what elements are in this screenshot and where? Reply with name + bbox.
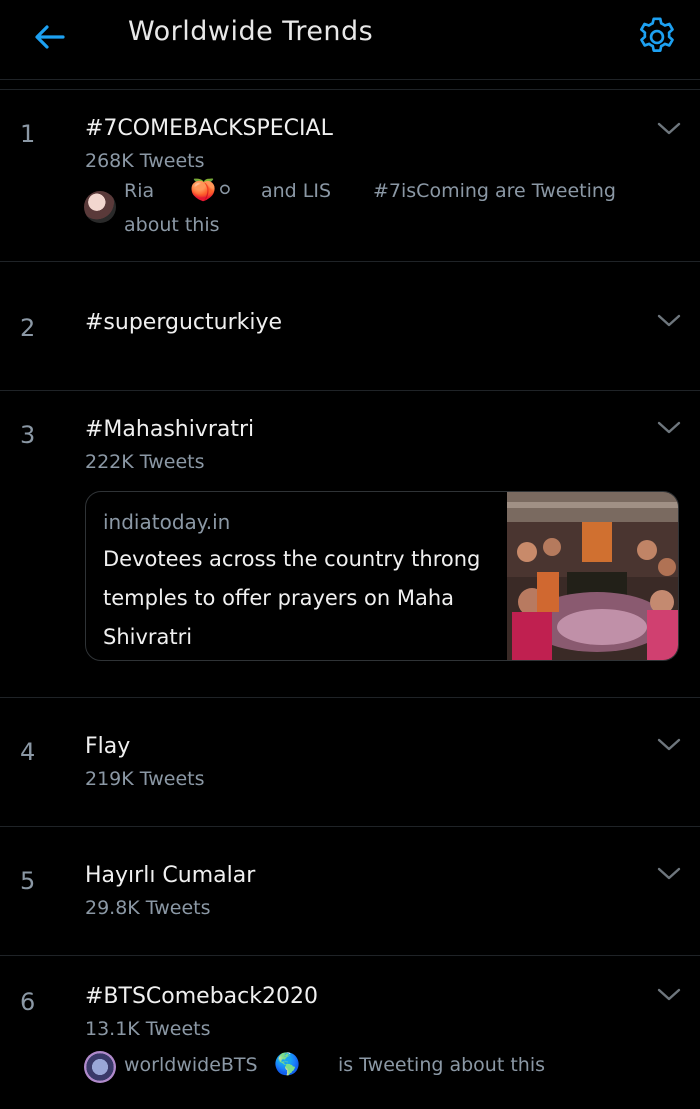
context-user: Ria xyxy=(124,180,155,202)
chevron-down-icon[interactable] xyxy=(656,736,682,754)
trend-name: #supergucturkiye xyxy=(85,310,283,335)
trend-rank: 3 xyxy=(20,421,36,449)
trend-rank: 2 xyxy=(20,314,36,342)
news-card-text: indiatoday.in Devotees across the countr… xyxy=(103,508,503,657)
trend-name: #BTSComeback2020 xyxy=(85,984,318,1009)
trend-name: #7COMEBACKSPECIAL xyxy=(85,116,333,141)
context-and: and LIS xyxy=(261,180,332,202)
trend-item-6[interactable]: 6 #BTSComeback2020 13.1K Tweets worldwid… xyxy=(0,956,700,1109)
tweet-count: 268K Tweets xyxy=(85,150,205,172)
tweet-count: 13.1K Tweets xyxy=(85,1018,211,1040)
tweet-count: 219K Tweets xyxy=(85,768,205,790)
trend-rank: 1 xyxy=(20,120,36,148)
trend-name: Hayırlı Cumalar xyxy=(85,863,256,888)
trend-item-2[interactable]: 2 #supergucturkiye xyxy=(0,262,700,391)
chevron-down-icon[interactable] xyxy=(656,865,682,883)
temple-crowd-photo xyxy=(507,492,678,660)
trend-rank: 6 xyxy=(20,988,36,1016)
top-app-bar: Worldwide Trends xyxy=(0,0,700,80)
settings-button[interactable] xyxy=(634,14,680,60)
trend-item-4[interactable]: 4 Flay 219K Tweets xyxy=(0,698,700,827)
page-title: Worldwide Trends xyxy=(128,16,374,47)
gear-icon xyxy=(639,17,674,52)
chevron-down-icon[interactable] xyxy=(656,986,682,1004)
context-hashtag: #7isComing are Tweeting xyxy=(373,180,616,202)
context-emoji: 🍑⚪ xyxy=(190,178,234,202)
trend-item-5[interactable]: 5 Hayırlı Cumalar 29.8K Tweets xyxy=(0,827,700,956)
news-domain: indiatoday.in xyxy=(103,510,231,534)
trend-item-3[interactable]: 3 #Mahashivratri 222K Tweets indiatoday.… xyxy=(0,391,700,698)
trend-item-1[interactable]: 1 #7COMEBACKSPECIAL 268K Tweets Ria 🍑⚪ a… xyxy=(0,90,700,262)
trend-rank: 4 xyxy=(20,738,36,766)
context-rest: is Tweeting about this xyxy=(338,1054,545,1076)
trend-name: #Mahashivratri xyxy=(85,417,255,442)
avatar xyxy=(84,1051,116,1083)
context-emoji: 🌎 xyxy=(274,1052,301,1076)
tweet-count: 222K Tweets xyxy=(85,451,205,473)
news-card[interactable]: indiatoday.in Devotees across the countr… xyxy=(85,491,679,661)
back-button[interactable] xyxy=(30,18,70,58)
news-headline: Devotees across the country throng templ… xyxy=(103,547,481,649)
context-rest: about this xyxy=(124,214,220,236)
chevron-down-icon[interactable] xyxy=(656,120,682,138)
context-user: worldwideBTS xyxy=(124,1054,258,1076)
tweet-count: 29.8K Tweets xyxy=(85,897,211,919)
chevron-down-icon[interactable] xyxy=(656,312,682,330)
arrow-left-icon xyxy=(35,25,65,49)
trend-rank: 5 xyxy=(20,867,36,895)
trend-name: Flay xyxy=(85,734,131,759)
avatar xyxy=(84,191,116,223)
chevron-down-icon[interactable] xyxy=(656,419,682,437)
